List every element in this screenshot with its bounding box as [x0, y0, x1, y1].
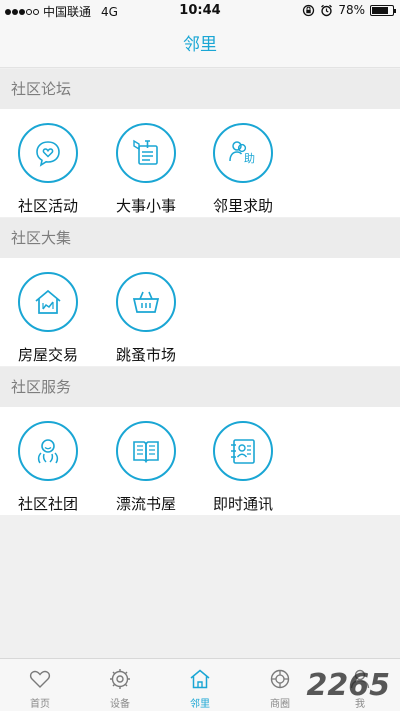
- svg-text:助: 助: [244, 151, 255, 165]
- gear-icon: [110, 669, 130, 689]
- section-header-forum: 社区论坛: [0, 69, 400, 109]
- bulletin-icon: [133, 139, 158, 165]
- heart-chat-icon: [36, 141, 60, 167]
- shop-icon: [270, 669, 290, 689]
- battery-percent: 78%: [338, 3, 365, 17]
- section-body-market: 房屋交易 跳蚤市场: [0, 258, 400, 366]
- grid-item-drift-bookstore[interactable]: 漂流书屋: [98, 421, 194, 514]
- section-header-market: 社区大集: [0, 218, 400, 258]
- section-body-forum: 社区活动 大事小事 助 邻里求助: [0, 109, 400, 217]
- tab-device[interactable]: 设备: [80, 659, 160, 711]
- grid-item-flea-market[interactable]: 跳蚤市场: [98, 272, 194, 365]
- grid-item-neighbor-help[interactable]: 助 邻里求助: [195, 123, 291, 216]
- tab-neighbor[interactable]: 邻里: [160, 659, 240, 711]
- watermark: 2265: [306, 668, 391, 703]
- rotation-lock-icon: [303, 4, 315, 16]
- grid-item-instant-messaging[interactable]: 即时通讯: [195, 421, 291, 514]
- book-icon: [133, 441, 159, 463]
- grid-item-community-activity[interactable]: 社区活动: [0, 123, 96, 216]
- home-icon: [190, 669, 210, 689]
- house-icon: [35, 289, 61, 314]
- section-header-service: 社区服务: [0, 367, 400, 407]
- help-people-icon: 助: [229, 141, 255, 165]
- contact-card-icon: [231, 439, 255, 464]
- grid-item-big-small-matters[interactable]: 大事小事: [98, 123, 194, 216]
- status-bar: 中国联通 4G 10:44 78%: [0, 0, 400, 22]
- grid-item-community-club[interactable]: 社区社团: [0, 421, 96, 514]
- group-icon: [37, 439, 59, 464]
- grid-item-house-trade[interactable]: 房屋交易: [0, 272, 96, 365]
- page-title: 邻里: [0, 22, 400, 68]
- alarm-icon: [321, 4, 333, 16]
- battery-icon: [370, 4, 396, 16]
- heart-icon: [29, 670, 51, 688]
- basket-icon: [132, 291, 160, 313]
- section-body-service: 社区社团 漂流书屋 即时通讯: [0, 407, 400, 515]
- tab-home[interactable]: 首页: [0, 659, 80, 711]
